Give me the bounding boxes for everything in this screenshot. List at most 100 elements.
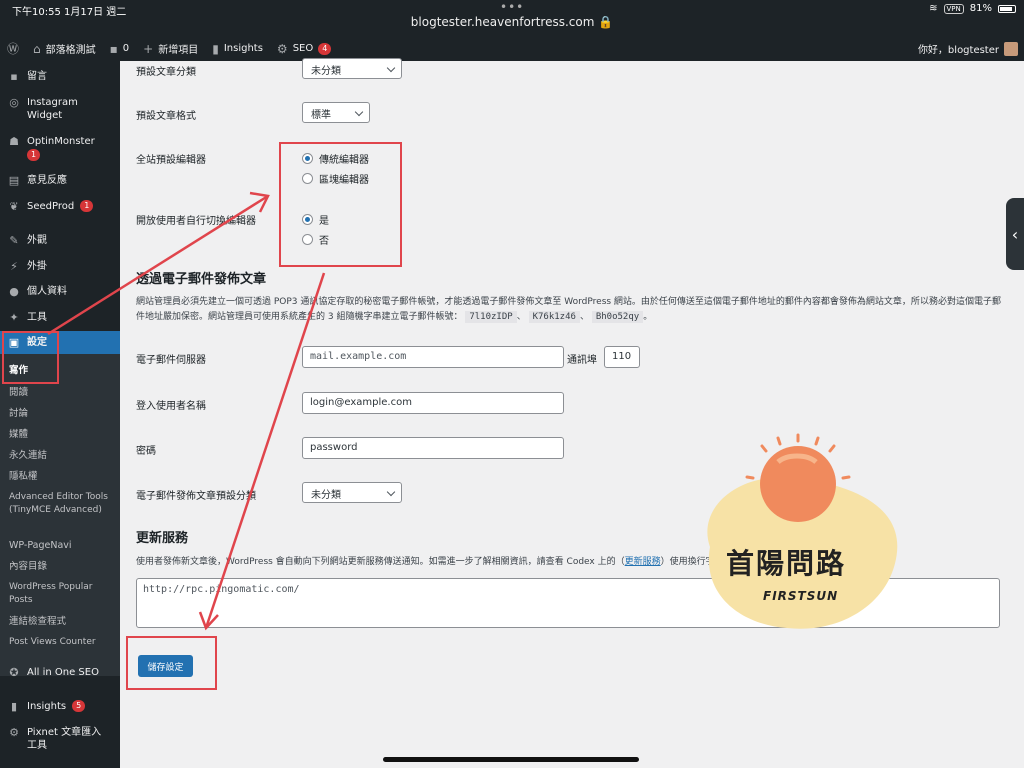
seedprod-badge: 1 bbox=[80, 200, 94, 212]
leaf-icon: ❦ bbox=[9, 200, 19, 213]
radio-checked-icon bbox=[302, 214, 313, 225]
bar-chart-icon: ▮ bbox=[212, 41, 219, 56]
default-category-select[interactable]: 未分類 bbox=[302, 58, 402, 79]
greeting-label: 你好，blogtester bbox=[917, 45, 999, 56]
submenu-toc[interactable]: 內容目錄 bbox=[9, 560, 117, 573]
sidebar-item-label: 設定 bbox=[27, 337, 47, 348]
editor-label: 全站預設編輯器 bbox=[136, 155, 206, 166]
separator: 。 bbox=[643, 312, 653, 322]
submenu-writing[interactable]: 寫作 bbox=[9, 364, 117, 377]
submenu-reading[interactable]: 閱讀 bbox=[9, 386, 117, 399]
desc-text: 使用者發佈新文章後，WordPress 會自動向下列網站更新服務傳送通知。如需進… bbox=[136, 557, 625, 567]
wp-logo-button[interactable]: Ⓦ bbox=[0, 36, 26, 61]
submenu-post-views[interactable]: Post Views Counter bbox=[9, 636, 117, 649]
new-item-link[interactable]: + 新增項目 bbox=[136, 36, 205, 61]
save-settings-button[interactable]: 儲存設定 bbox=[138, 655, 193, 677]
comments-link[interactable]: ▪ 0 bbox=[103, 36, 137, 61]
site-name-link[interactable]: ⌂ 部落格測試 bbox=[26, 36, 103, 61]
comment-icon: ▪ bbox=[10, 70, 18, 83]
wp-admin-bar: Ⓦ ⌂ 部落格測試 ▪ 0 + 新增項目 ▮ Insights ⚙ SEO 4 你好，blo… bbox=[0, 36, 1024, 61]
sidebar-item-label: Instagram Widget bbox=[27, 97, 78, 121]
insights-label: Insights bbox=[223, 43, 263, 54]
address-bar-url[interactable]: blogtester.heavenfortress.com 🔒 bbox=[0, 15, 1024, 29]
submenu-privacy[interactable]: 隱私權 bbox=[9, 470, 117, 483]
chevron-left-icon: ‹ bbox=[1011, 224, 1019, 244]
radio-allow-yes[interactable]: 是 bbox=[302, 212, 329, 227]
sidebar-item-profile[interactable]: ● 個人資料 bbox=[0, 285, 120, 298]
email-section-description: 網站管理員必須先建立一個可透過 POP3 通訊協定存取的秘密電子郵件帳號，才能透… bbox=[136, 295, 1006, 325]
sidebar-item-tools[interactable]: ✦ 工具 bbox=[0, 311, 120, 324]
aioseo-icon: ✪ bbox=[9, 666, 19, 679]
sidebar-item-label: Insights bbox=[27, 701, 67, 712]
radio-classic-editor[interactable]: 傳統編輯器 bbox=[302, 151, 369, 166]
sidebar-item-label: 個人資料 bbox=[27, 286, 67, 297]
insights-badge: 5 bbox=[72, 700, 86, 712]
mail-server-input[interactable]: mail.example.com bbox=[302, 346, 564, 368]
submenu-link-checker[interactable]: 連結檢查程式 bbox=[9, 615, 117, 628]
sidebar-item-aioseo[interactable]: ✪ All in One SEO bbox=[0, 666, 120, 679]
sidebar-item-optinmonster[interactable]: ☗ OptinMonster 1 bbox=[0, 135, 120, 161]
sidebar-item-comments[interactable]: ▪ 留言 bbox=[0, 70, 120, 83]
sidebar-item-seedprod[interactable]: ❦ SeedProd 1 bbox=[0, 200, 120, 213]
sidebar-item-instagram[interactable]: ◎ Instagram Widget bbox=[0, 96, 120, 122]
mail-server-label: 電子郵件伺服器 bbox=[136, 355, 206, 366]
submenu-discussion[interactable]: 討論 bbox=[9, 407, 117, 420]
new-item-label: 新增項目 bbox=[158, 45, 199, 56]
sidebar-item-settings[interactable]: ▣ 設定 bbox=[0, 331, 120, 354]
radio-allow-no[interactable]: 否 bbox=[302, 232, 329, 247]
password-label: 密碼 bbox=[136, 446, 156, 457]
radio-block-editor[interactable]: 區塊編輯器 bbox=[302, 171, 369, 186]
sidebar-item-insights[interactable]: ▮ Insights 5 bbox=[0, 700, 120, 713]
plug-icon: ⚡ bbox=[10, 260, 18, 273]
battery-percent: 81% bbox=[969, 3, 992, 14]
radio-unchecked-icon bbox=[302, 234, 313, 245]
plus-icon: + bbox=[143, 41, 154, 56]
sidebar-item-appearance[interactable]: ✎ 外觀 bbox=[0, 234, 120, 247]
random-string-code: K76k1z46 bbox=[528, 311, 580, 323]
update-services-link[interactable]: 更新服務 bbox=[625, 557, 661, 567]
insights-link[interactable]: ▮ Insights bbox=[205, 36, 270, 61]
desc-text: 網站管理員必須先建立一個可透過 POP3 通訊協定存取的秘密電子郵件帳號，才能透… bbox=[136, 297, 920, 307]
submenu-advanced-editor[interactable]: Advanced Editor Tools (TinyMCE Advanced) bbox=[9, 491, 117, 517]
radio-checked-icon bbox=[302, 153, 313, 164]
login-label: 登入使用者名稱 bbox=[136, 401, 206, 412]
random-string-code: 7l10zIDP bbox=[465, 311, 517, 323]
wrench-icon: ✦ bbox=[9, 311, 19, 324]
submenu-popular-posts[interactable]: WordPress Popular Posts bbox=[9, 581, 117, 607]
sidebar-item-label: All in One SEO bbox=[27, 667, 99, 678]
sidebar-item-label: 留言 bbox=[27, 71, 47, 82]
sidebar-item-pixnet[interactable]: ⚙ Pixnet 文章匯入工具 bbox=[0, 726, 120, 752]
default-format-select[interactable]: 標準 bbox=[302, 102, 370, 123]
user-icon: ● bbox=[9, 285, 19, 298]
separator: 、 bbox=[579, 312, 589, 322]
sidebar-item-feedback[interactable]: ▤ 意見反應 bbox=[0, 174, 120, 187]
submenu-pagenavi[interactable]: WP-PageNavi bbox=[9, 539, 117, 552]
logo-title: 首陽問路 bbox=[726, 547, 847, 580]
allow-switch-label: 開放使用者自行切換編輯器 bbox=[136, 216, 256, 227]
radio-label: 是 bbox=[319, 216, 329, 227]
radio-label: 傳統編輯器 bbox=[319, 155, 369, 166]
sidebar-item-plugins[interactable]: ⚡ 外掛 bbox=[0, 260, 120, 273]
optinmonster-badge: 1 bbox=[27, 149, 41, 161]
seo-label: SEO bbox=[292, 43, 314, 54]
home-indicator[interactable] bbox=[383, 757, 639, 762]
settings-icon: ▣ bbox=[8, 336, 20, 349]
mail-category-select[interactable]: 未分類 bbox=[302, 482, 402, 503]
port-label: 通訊埠 bbox=[567, 355, 597, 366]
sidebar-item-label: 外觀 bbox=[27, 235, 47, 246]
comments-count: 0 bbox=[122, 43, 130, 54]
password-input[interactable]: password bbox=[302, 437, 564, 459]
email-section-heading: 透過電子郵件發佈文章 bbox=[136, 272, 267, 287]
more-dots-icon[interactable]: ••• bbox=[500, 0, 524, 14]
admin-sidebar: ▪ 留言 ◎ Instagram Widget ☗ OptinMonster 1 ▤ 意見… bbox=[0, 61, 120, 768]
submenu-media[interactable]: 媒體 bbox=[9, 428, 117, 441]
login-input[interactable]: login@example.com bbox=[302, 392, 564, 414]
submenu-permalinks[interactable]: 永久連結 bbox=[9, 449, 117, 462]
avatar bbox=[1004, 41, 1018, 56]
port-input[interactable]: 110 bbox=[604, 346, 640, 368]
vpn-badge: VPN bbox=[943, 3, 964, 14]
my-account-link[interactable]: 你好，blogtester bbox=[918, 36, 1018, 61]
instagram-icon: ◎ bbox=[9, 96, 19, 109]
random-string-code: Bh0o52qy bbox=[591, 311, 644, 323]
side-panel-handle[interactable]: ‹ bbox=[1006, 198, 1024, 270]
